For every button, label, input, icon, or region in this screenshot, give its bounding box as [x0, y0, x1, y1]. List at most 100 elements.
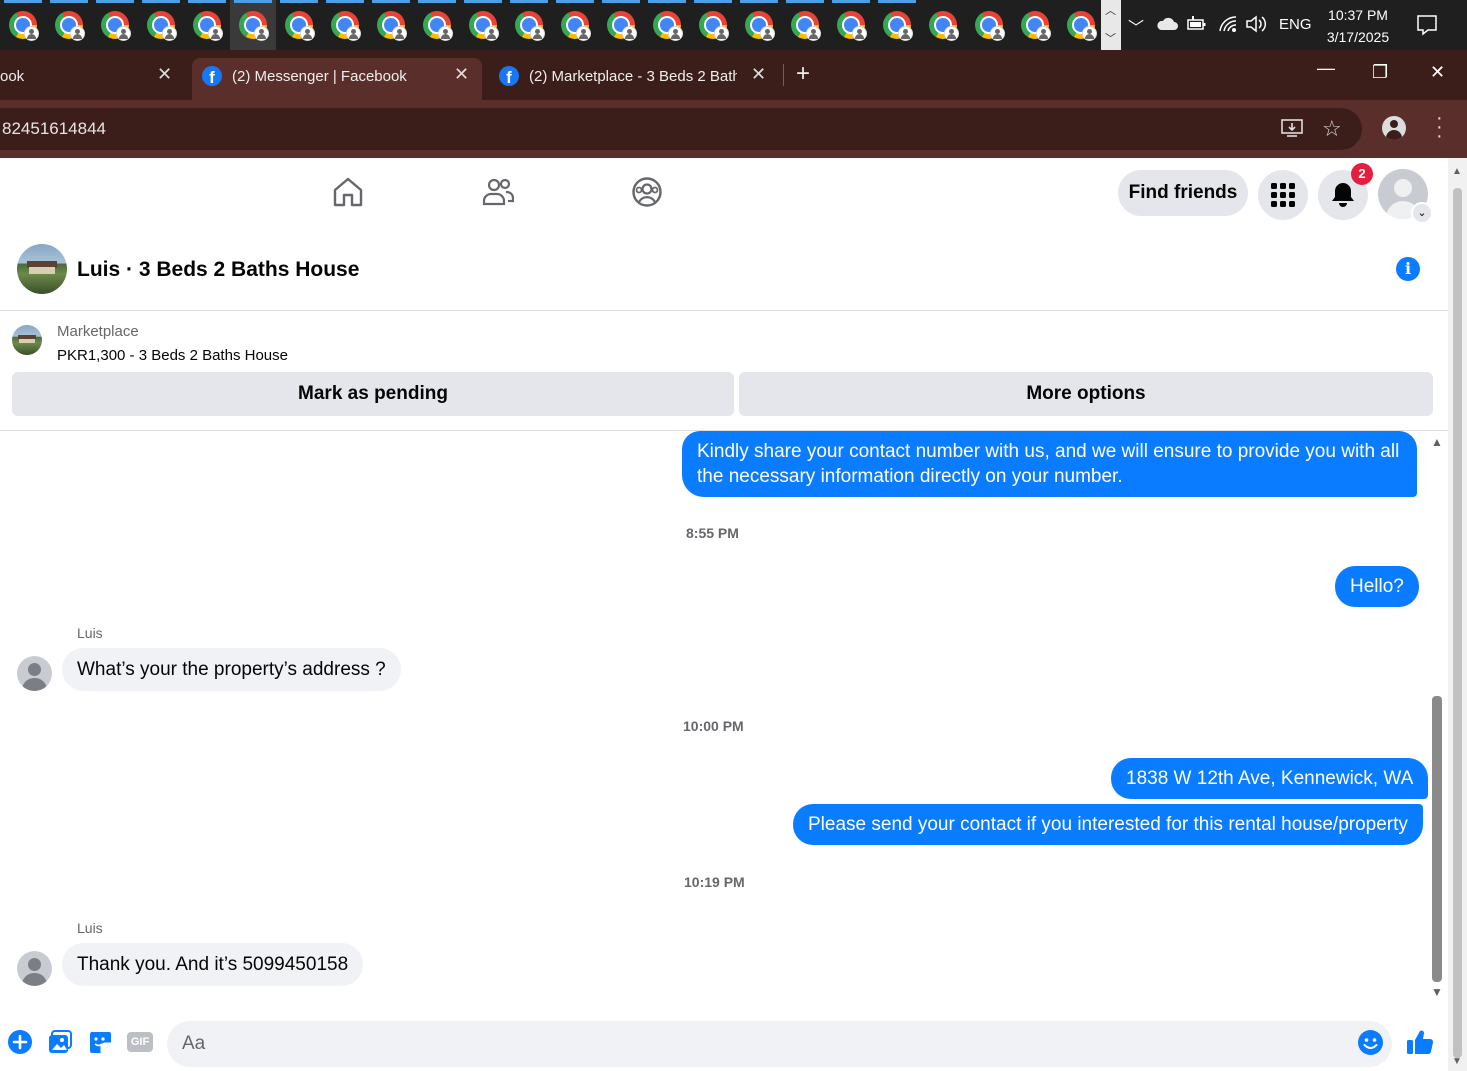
menu-button[interactable]: [1258, 170, 1308, 220]
find-friends-button[interactable]: Find friends: [1118, 170, 1248, 216]
emoji-icon[interactable]: [1358, 1030, 1383, 1060]
taskbar-chrome-icon[interactable]: [690, 0, 736, 50]
browser-tab-marketplace[interactable]: f (2) Marketplace - 3 Beds 2 Bath ✕: [489, 58, 774, 100]
chevron-down-icon[interactable]: ﹀: [1105, 30, 1116, 46]
taskbar-chrome-icon[interactable]: [138, 0, 184, 50]
install-app-icon[interactable]: [1281, 118, 1303, 144]
taskbar-chrome-icon[interactable]: [736, 0, 782, 50]
close-tab-icon[interactable]: ✕: [157, 64, 172, 85]
message-input[interactable]: [167, 1021, 1392, 1067]
incoming-message[interactable]: What’s your the property’s address ?: [62, 648, 401, 691]
show-hidden-icons-icon[interactable]: ﹀: [1128, 14, 1144, 38]
battery-icon[interactable]: [1187, 16, 1207, 37]
mark-as-pending-button[interactable]: Mark as pending: [12, 372, 734, 416]
onedrive-icon[interactable]: [1156, 17, 1178, 36]
taskbar-chrome-icon[interactable]: [0, 0, 46, 50]
taskbar-chrome-icon[interactable]: [368, 0, 414, 50]
profile-badge-icon: [438, 26, 453, 41]
incoming-message[interactable]: Thank you. And it’s 5099450158: [62, 943, 364, 986]
taskbar-chrome-icon[interactable]: [1058, 0, 1104, 50]
page-scrollbar[interactable]: ▲ ▼: [1448, 158, 1467, 1071]
outgoing-message[interactable]: 1838 W 12th Ave, Kennewick, WA: [1111, 758, 1429, 799]
chrome-logo-icon: [1067, 11, 1097, 41]
close-tab-icon[interactable]: ✕: [454, 64, 469, 85]
chrome-logo-icon: [837, 11, 867, 41]
profile-badge-icon: [70, 26, 85, 41]
taskbar-chrome-icon[interactable]: [920, 0, 966, 50]
thread-scroll-thumb[interactable]: [1432, 696, 1442, 982]
tab-title: (2) Messenger | Facebook: [232, 68, 407, 85]
conversation-title[interactable]: Luis · 3 Beds 2 Baths House: [77, 258, 359, 282]
contact-avatar[interactable]: [17, 951, 52, 986]
outgoing-message[interactable]: Hello?: [1335, 566, 1419, 607]
taskbar-chrome-icon[interactable]: [46, 0, 92, 50]
browser-tab-facebook[interactable]: ook ✕: [0, 58, 190, 100]
running-indicator: [188, 0, 226, 3]
chrome-logo-icon: [147, 11, 177, 41]
profile-badge-icon: [990, 26, 1005, 41]
outgoing-message[interactable]: Please send your contact if you interest…: [793, 804, 1423, 845]
listing-title[interactable]: PKR1,300 - 3 Beds 2 Baths House: [57, 347, 288, 364]
wifi-icon[interactable]: [1218, 15, 1238, 38]
restore-button[interactable]: ❐: [1372, 62, 1388, 83]
home-icon[interactable]: [333, 176, 363, 213]
language-indicator[interactable]: ENG: [1279, 16, 1312, 33]
browser-menu-icon[interactable]: · · ·: [1436, 108, 1443, 146]
volume-icon[interactable]: [1245, 15, 1267, 38]
taskbar-chrome-icon[interactable]: [874, 0, 920, 50]
browser-tab-messenger[interactable]: f (2) Messenger | Facebook ✕: [192, 58, 482, 100]
scroll-down-arrow-icon[interactable]: ▼: [1452, 1056, 1462, 1067]
taskbar-chrome-icon[interactable]: [1012, 0, 1058, 50]
notifications-center-icon[interactable]: [1415, 13, 1439, 42]
taskbar-scroller[interactable]: ︿ ﹀: [1101, 0, 1121, 50]
more-options-button[interactable]: More options: [739, 372, 1433, 416]
chevron-up-icon[interactable]: ︿: [1105, 2, 1116, 18]
taskbar-chrome-icon[interactable]: [184, 0, 230, 50]
info-icon[interactable]: i: [1396, 257, 1420, 281]
thread-scrollbar[interactable]: ▲ ▼: [1428, 431, 1446, 1001]
gif-icon[interactable]: GIF: [127, 1032, 153, 1052]
contact-avatar[interactable]: [17, 656, 52, 691]
outgoing-message[interactable]: Kindly share your contact number with us…: [682, 431, 1417, 497]
chrome-logo-icon: [1021, 11, 1051, 41]
close-tab-icon[interactable]: ✕: [751, 64, 766, 85]
taskbar-chrome-icon[interactable]: [276, 0, 322, 50]
minimize-button[interactable]: —: [1317, 58, 1335, 79]
chrome-logo-icon: [515, 11, 545, 41]
taskbar-chrome-icon[interactable]: [230, 0, 276, 50]
taskbar-chrome-icon[interactable]: [828, 0, 874, 50]
groups-icon[interactable]: [631, 176, 663, 213]
close-window-button[interactable]: ✕: [1430, 62, 1445, 83]
thumbs-up-icon[interactable]: [1406, 1028, 1434, 1061]
running-indicator: [878, 0, 916, 3]
bookmark-star-icon[interactable]: ☆: [1322, 116, 1342, 142]
taskbar-chrome-icon[interactable]: [92, 0, 138, 50]
listing-thumbnail[interactable]: [12, 325, 42, 355]
taskbar-chrome-icon[interactable]: [966, 0, 1012, 50]
page-scroll-thumb[interactable]: [1453, 188, 1462, 1058]
taskbar-chrome-icon[interactable]: [460, 0, 506, 50]
scroll-up-arrow-icon[interactable]: ▲: [1452, 166, 1462, 177]
scroll-down-arrow-icon[interactable]: ▼: [1431, 985, 1443, 999]
message-thread[interactable]: Kindly share your contact number with us…: [0, 431, 1448, 1006]
friends-icon[interactable]: [482, 176, 515, 213]
account-chevron-down-icon[interactable]: ⌄: [1411, 202, 1433, 224]
taskbar-chrome-icon[interactable]: [552, 0, 598, 50]
taskbar-clock[interactable]: 10:37 PM 3/17/2025: [1318, 4, 1398, 48]
tab-divider: [783, 64, 784, 86]
listing-avatar[interactable]: [17, 244, 67, 294]
scroll-up-arrow-icon[interactable]: ▲: [1431, 435, 1443, 449]
profile-badge-icon: [576, 26, 591, 41]
taskbar-chrome-icon[interactable]: [644, 0, 690, 50]
sticker-icon[interactable]: [88, 1030, 112, 1059]
photo-icon[interactable]: [48, 1030, 72, 1059]
taskbar-chrome-icon[interactable]: [414, 0, 460, 50]
new-tab-button[interactable]: +: [796, 60, 810, 88]
taskbar-chrome-icon[interactable]: [598, 0, 644, 50]
taskbar-chrome-icon[interactable]: [322, 0, 368, 50]
browser-profile-icon[interactable]: [1382, 116, 1406, 140]
taskbar-chrome-icon[interactable]: [506, 0, 552, 50]
taskbar-chrome-icon[interactable]: [782, 0, 828, 50]
address-bar[interactable]: 82451614844 ☆: [0, 108, 1362, 150]
plus-circle-icon[interactable]: [8, 1030, 32, 1059]
